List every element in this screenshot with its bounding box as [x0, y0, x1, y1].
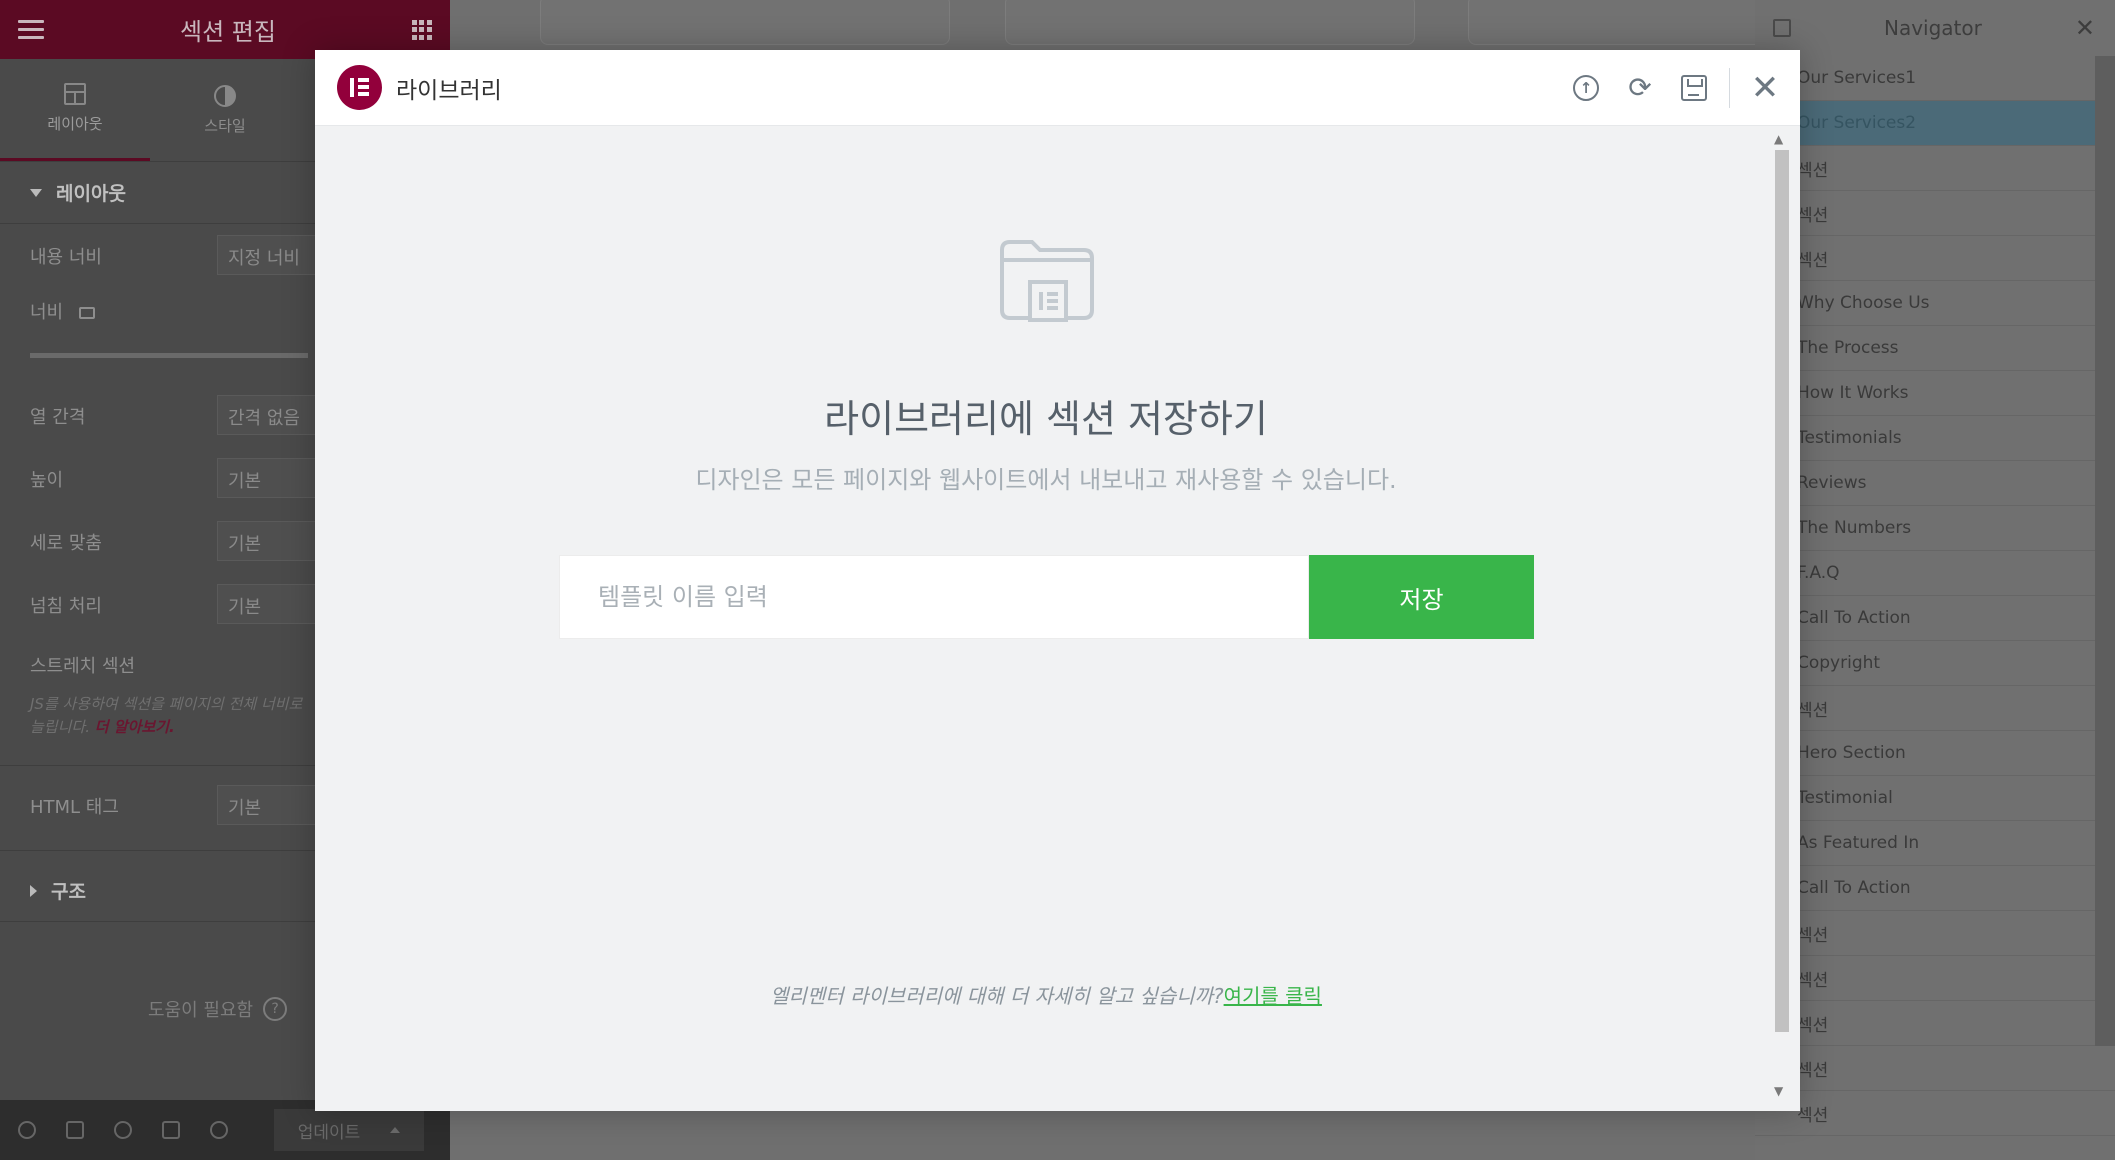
navigator-title: Navigator: [1884, 16, 1982, 40]
template-name-input[interactable]: [559, 555, 1309, 639]
tab-style[interactable]: 스타일: [150, 59, 300, 161]
library-modal: 라이브러리 ↑ ⟳ ✕ ▲ ▼ 라이브러리에 섹션 저장하기 디자인은 모든 페…: [315, 50, 1800, 1111]
help-link[interactable]: 도움이 필요함 ?: [148, 996, 288, 1022]
save-template-form: 저장: [559, 555, 1534, 639]
import-upload-icon[interactable]: ↑: [1573, 75, 1599, 101]
panel-title: 섹션 편집: [180, 18, 276, 46]
close-modal-icon[interactable]: ✕: [1751, 68, 1780, 108]
field-label-height: 높이: [30, 470, 64, 491]
update-button[interactable]: 업데이트: [274, 1109, 424, 1151]
navigator-item[interactable]: Our Services2: [1755, 101, 2115, 146]
navigator-item[interactable]: Call To Action: [1755, 866, 2115, 911]
hamburger-menu-icon[interactable]: [18, 20, 44, 39]
field-label-width: 너비: [30, 298, 96, 324]
navigator-item[interactable]: The Process: [1755, 326, 2115, 371]
caret-up-icon[interactable]: [390, 1127, 401, 1133]
navigator-item[interactable]: The Numbers: [1755, 506, 2115, 551]
field-label-stretch-section: 스트레치 섹션: [30, 656, 136, 677]
widgets-grid-icon[interactable]: [411, 19, 432, 40]
desktop-icon[interactable]: [79, 307, 96, 319]
save-button[interactable]: 저장: [1309, 555, 1534, 639]
save-section-subheading: 디자인은 모든 페이지와 웹사이트에서 내보내고 재사용할 수 있습니다.: [695, 466, 1397, 494]
navigator-list: Our Services1 Our Services2 섹션 섹션 섹션 Why Choo…: [1755, 56, 2115, 1136]
modal-header: 라이브러리 ↑ ⟳ ✕: [315, 50, 1800, 126]
question-icon: ?: [263, 997, 288, 1021]
navigator-item[interactable]: 섹션: [1755, 911, 2115, 956]
navigator-item[interactable]: Our Services1: [1755, 56, 2115, 101]
responsive-mode-icon[interactable]: [162, 1121, 180, 1139]
scroll-down-arrow-icon[interactable]: ▼: [1774, 1084, 1783, 1098]
navigator-item[interactable]: 섹션: [1755, 1001, 2115, 1046]
collapse-all-icon[interactable]: [1773, 19, 1791, 37]
learn-more-link[interactable]: 더 알아보기.: [95, 718, 175, 736]
field-label-html-tag: HTML 태그: [30, 797, 119, 818]
help-text: 도움이 필요함: [148, 1000, 254, 1021]
navigator-item[interactable]: 섹션: [1755, 1091, 2115, 1136]
navigator-item[interactable]: 섹션: [1755, 191, 2115, 236]
sync-icon[interactable]: ⟳: [1627, 74, 1653, 102]
history-icon[interactable]: [114, 1121, 132, 1139]
field-label-column-gap: 열 간격: [30, 407, 86, 428]
layout-section-title: 레이아웃: [56, 183, 126, 205]
navigator-item[interactable]: Testimonials: [1755, 416, 2115, 461]
layout-icon: [64, 83, 86, 105]
click-here-link[interactable]: 여기를 클릭: [1224, 984, 1322, 1008]
library-info-note: 엘리멘터 라이브러리에 대해 더 자세히 알고 싶습니까?여기를 클릭: [315, 980, 1777, 1009]
navigator-item[interactable]: 섹션: [1755, 1046, 2115, 1091]
navigator-item[interactable]: Hero Section: [1755, 731, 2115, 776]
modal-title: 라이브러리: [396, 77, 502, 104]
tab-layout[interactable]: 레이아웃: [0, 59, 150, 161]
canvas-card: [1005, 0, 1415, 45]
save-template-icon[interactable]: [1681, 75, 1707, 101]
width-label: 너비: [30, 302, 64, 323]
structure-section-title: 구조: [51, 881, 86, 903]
width-slider[interactable]: [30, 353, 308, 358]
scrollbar-thumb[interactable]: [1775, 150, 1789, 1032]
canvas-card: [540, 0, 950, 45]
navigator-item[interactable]: 섹션: [1755, 236, 2115, 281]
settings-gear-icon[interactable]: [18, 1121, 36, 1139]
navigator-item[interactable]: 섹션: [1755, 686, 2115, 731]
update-button-label: 업데이트: [297, 1122, 361, 1143]
layers-icon[interactable]: [66, 1121, 84, 1139]
navigator-item[interactable]: 섹션: [1755, 146, 2115, 191]
navigator-item[interactable]: Testimonial: [1755, 776, 2115, 821]
elementor-logo-icon: [337, 65, 382, 110]
navigator-item[interactable]: Copyright: [1755, 641, 2115, 686]
modal-toolbar: ↑ ⟳ ✕: [1573, 50, 1780, 126]
tab-style-label: 스타일: [204, 116, 246, 135]
navigator-item[interactable]: 섹션: [1755, 956, 2115, 1001]
scroll-up-arrow-icon[interactable]: ▲: [1774, 132, 1783, 146]
close-icon[interactable]: ✕: [2075, 14, 2095, 42]
navigator-panel: Navigator ✕ Our Services1 Our Services2 섹션…: [1755, 0, 2115, 1160]
contrast-icon: [214, 84, 236, 107]
navigator-item[interactable]: F.A.Q: [1755, 551, 2115, 596]
navigator-item[interactable]: How It Works: [1755, 371, 2115, 416]
navigator-header: Navigator ✕: [1755, 0, 2115, 56]
stretch-hint: JS를 사용하여 섹션을 페이지의 전체 너비로 늘립니다. 더 알아보기.: [30, 693, 320, 739]
navigator-item[interactable]: Call To Action: [1755, 596, 2115, 641]
caret-right-icon: [30, 884, 37, 897]
modal-scrollbar[interactable]: ▲ ▼: [1772, 132, 1792, 1102]
caret-down-icon: [30, 188, 42, 197]
tab-layout-label: 레이아웃: [47, 115, 103, 133]
toolbar-divider: [1729, 68, 1730, 108]
field-label-content-width: 내용 너비: [30, 247, 102, 268]
navigator-item[interactable]: Reviews: [1755, 461, 2115, 506]
navigator-scrollbar[interactable]: [2095, 56, 2115, 1046]
field-label-vertical-align: 세로 맞춤: [30, 533, 102, 554]
navigator-item[interactable]: Why Choose Us: [1755, 281, 2115, 326]
preview-eye-icon[interactable]: [210, 1121, 228, 1139]
field-label-overflow: 넘침 처리: [30, 596, 102, 617]
canvas-card: [1468, 0, 1768, 45]
navigator-item[interactable]: As Featured In: [1755, 821, 2115, 866]
library-info-text: 엘리멘터 라이브러리에 대해 더 자세히 알고 싶습니까?: [770, 984, 1224, 1008]
save-section-heading: 라이브러리에 섹션 저장하기: [824, 397, 1268, 441]
folder-template-icon: [1000, 240, 1094, 322]
